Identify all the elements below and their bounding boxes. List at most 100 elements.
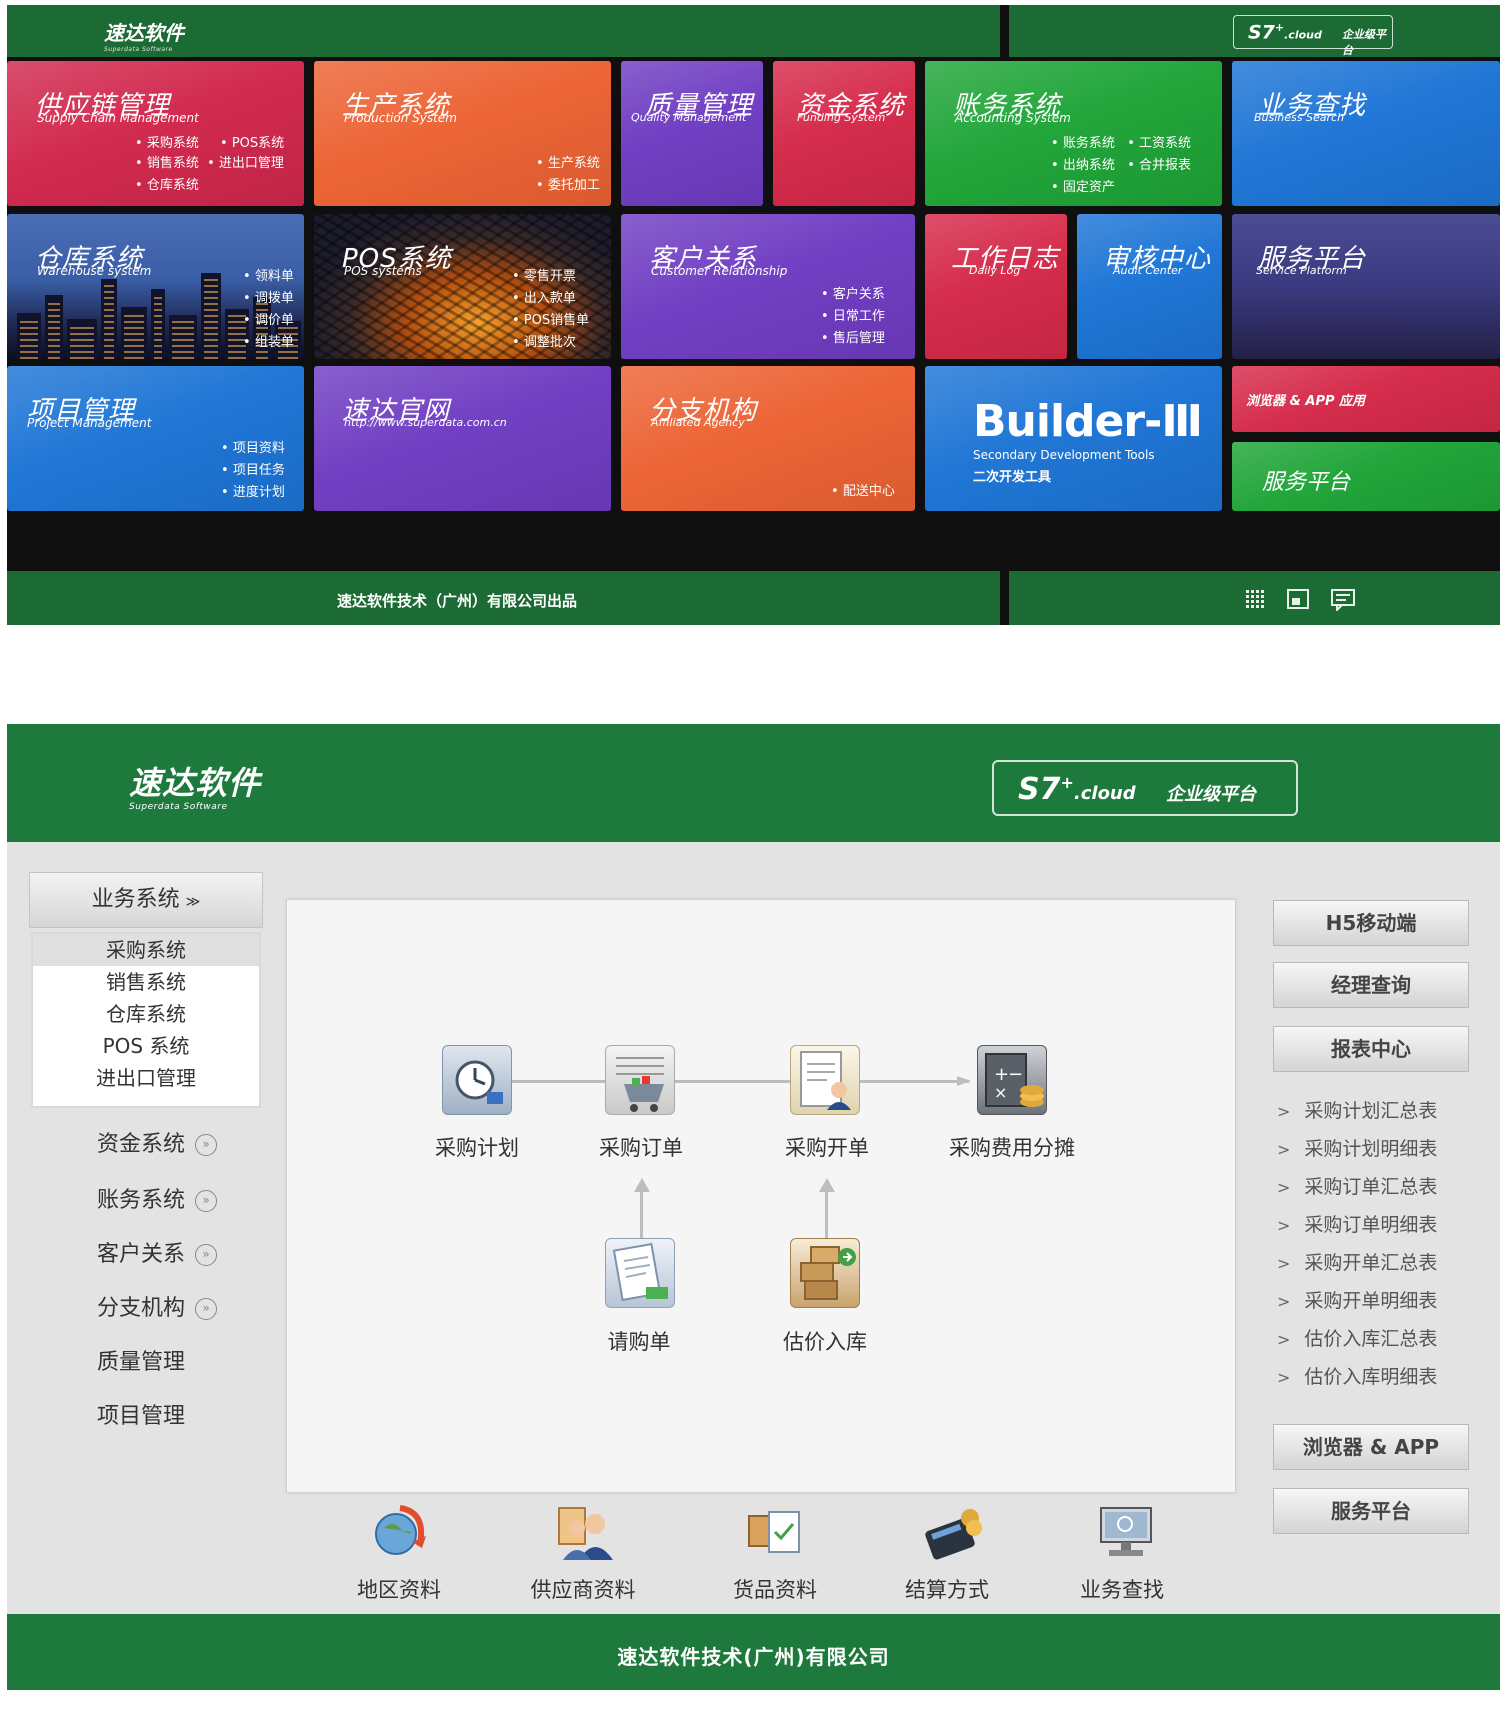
report-link[interactable]: > 采购开单明细表 <box>1277 1286 1437 1313</box>
tile-audit-center[interactable]: 审核中心 Audit Center <box>1077 214 1222 359</box>
tile-work-log[interactable]: 工作日志 Daily Log <box>925 214 1067 359</box>
expand-icon: » <box>195 1190 218 1212</box>
tile-builder[interactable]: Builder-Ⅲ Secondary Development Tools 二次… <box>925 366 1222 511</box>
app-footer-text: 速达软件技术(广州)有限公司 <box>617 1645 890 1669</box>
metro-top-bar: 速达软件 Superdata Software <box>7 5 1000 57</box>
estimate-stockin-icon[interactable] <box>790 1238 860 1308</box>
expand-icon: » <box>195 1298 218 1320</box>
svg-text:−: − <box>1008 1064 1023 1085</box>
purchase-plan-label[interactable]: 采购计划 <box>435 1132 519 1162</box>
sidebar-item-accounting[interactable]: 账务系统» <box>97 1182 218 1214</box>
tile-crm[interactable]: 客户关系 Customer Relationship 客户关系 日常工作 售后管… <box>621 214 915 359</box>
chevron-down-icon: ≫ <box>185 894 201 910</box>
chat-icon[interactable] <box>1331 589 1355 613</box>
manager-query-button[interactable]: 经理查询 <box>1273 962 1469 1008</box>
svg-text:×: × <box>994 1083 1007 1102</box>
report-link[interactable]: > 采购计划明细表 <box>1277 1134 1437 1161</box>
tile-service-platform-2[interactable]: 服务平台 <box>1232 442 1500 511</box>
sidebar-item-branch[interactable]: 分支机构» <box>97 1290 218 1322</box>
app-window: 速达软件 Superdata Software S7+.cloud 企业级平台 业… <box>7 724 1500 1690</box>
page-root: 速达软件 Superdata Software S7+.cloud 企业级平台 供… <box>0 0 1500 1717</box>
tile-business-search[interactable]: 业务查找 Business Search <box>1232 61 1500 206</box>
tile-browser-app[interactable]: 浏览器 & APP 应用 <box>1232 366 1500 432</box>
metro-footer-text: 速达软件技术（广州）有限公司出品 <box>337 592 578 610</box>
tile-website[interactable]: 速达官网 http://www.superdata.com.cn <box>314 366 611 511</box>
report-link[interactable]: > 采购计划汇总表 <box>1277 1096 1437 1123</box>
report-link[interactable]: > 估价入库汇总表 <box>1277 1324 1437 1351</box>
purchase-order-icon[interactable] <box>605 1045 675 1115</box>
sidebar-subitem-pos[interactable]: POS 系统 <box>33 1030 259 1062</box>
tile-accounting[interactable]: 账务系统 Accounting System 账务系统 • 工资系统 出纳系统 … <box>925 61 1222 206</box>
sidebar-item-funding[interactable]: 资金系统» <box>97 1126 218 1158</box>
settlement-method-label[interactable]: 结算方式 <box>905 1574 989 1604</box>
tile-pos[interactable]: POS系统 POS systems 零售开票 出入款单 POS销售单 调整批次 <box>314 214 611 359</box>
chevron-right-icon: > <box>1277 1292 1291 1311</box>
app-s7-badge: S7+.cloud 企业级平台 <box>992 760 1298 816</box>
tile-branch[interactable]: 分支机构 Affiliated Agency 配送中心 <box>621 366 915 511</box>
purchase-order-label[interactable]: 采购订单 <box>599 1132 683 1162</box>
flow-connector <box>499 1080 969 1083</box>
cost-allocation-icon[interactable]: + − × <box>977 1045 1047 1115</box>
sidebar-item-project[interactable]: 项目管理 <box>97 1398 185 1430</box>
purchase-plan-icon[interactable] <box>442 1045 512 1115</box>
tile-project[interactable]: 项目管理 Project Management 项目资料 项目任务 进度计划 <box>7 366 304 511</box>
region-data-icon[interactable] <box>370 1502 434 1562</box>
sidebar-item-crm[interactable]: 客户关系» <box>97 1236 218 1268</box>
supplier-data-icon[interactable] <box>555 1502 619 1562</box>
settlement-method-icon[interactable] <box>922 1502 986 1562</box>
app-logo: 速达软件 Superdata Software <box>129 764 262 812</box>
workflow-canvas: 采购计划 采购订单 采购开单 + − × 采购费用分摊 请购单 估价入库 <box>286 899 1236 1493</box>
supplier-data-label[interactable]: 供应商资料 <box>531 1574 636 1604</box>
report-link[interactable]: > 估价入库明细表 <box>1277 1362 1437 1389</box>
business-search-icon[interactable] <box>1095 1502 1159 1562</box>
chevron-right-icon: > <box>1277 1330 1291 1349</box>
goods-data-icon[interactable] <box>745 1502 809 1562</box>
metro-bottom-bar-right <box>1009 571 1500 625</box>
sidebar-subitem-warehouse[interactable]: 仓库系统 <box>33 998 259 1030</box>
report-center-button[interactable]: 报表中心 <box>1273 1026 1469 1072</box>
metro-screen: 速达软件 Superdata Software S7+.cloud 企业级平台 供… <box>7 5 1500 625</box>
browser-app-button[interactable]: 浏览器 & APP <box>1273 1424 1469 1470</box>
report-link[interactable]: > 采购开单汇总表 <box>1277 1248 1437 1275</box>
metro-logo: 速达软件 Superdata Software <box>104 21 184 53</box>
grid-icon[interactable] <box>1245 589 1267 609</box>
chevron-right-icon: > <box>1277 1254 1291 1273</box>
cost-allocation-label[interactable]: 采购费用分摊 <box>949 1132 1075 1162</box>
tile-funding[interactable]: 资金系统 Funding System <box>773 61 915 206</box>
report-link[interactable]: > 采购订单明细表 <box>1277 1210 1437 1237</box>
arrow-right-icon <box>957 1076 971 1086</box>
sidebar-subitem-sales[interactable]: 销售系统 <box>33 966 259 998</box>
sidebar-subitem-import-export[interactable]: 进出口管理 <box>33 1062 259 1094</box>
tile-warehouse[interactable]: 仓库系统 Warehouse system 领料单 调拨单 调价单 组装单 <box>7 214 304 359</box>
chevron-right-icon: > <box>1277 1102 1291 1121</box>
purchase-request-label[interactable]: 请购单 <box>608 1326 671 1356</box>
metro-s7-badge: S7+.cloud 企业级平台 <box>1233 15 1393 57</box>
expand-icon: » <box>195 1134 218 1156</box>
purchase-request-icon[interactable] <box>605 1238 675 1308</box>
chevron-right-icon: > <box>1277 1368 1291 1387</box>
expand-icon: » <box>195 1244 218 1266</box>
region-data-label[interactable]: 地区资料 <box>357 1574 441 1604</box>
h5-mobile-button[interactable]: H5移动端 <box>1273 900 1469 946</box>
purchase-invoice-icon[interactable] <box>790 1045 860 1115</box>
arrow-up-icon <box>819 1178 835 1192</box>
service-platform-button[interactable]: 服务平台 <box>1273 1488 1469 1534</box>
chevron-right-icon: > <box>1277 1140 1291 1159</box>
purchase-invoice-label[interactable]: 采购开单 <box>785 1132 869 1162</box>
chevron-right-icon: > <box>1277 1216 1291 1235</box>
metro-bottom-bar: 速达软件技术（广州）有限公司出品 <box>7 571 1000 625</box>
sidebar-subitem-purchase[interactable]: 采购系统 <box>33 934 259 966</box>
tile-supply-chain[interactable]: 供应链管理 Supply Chain Management 采购系统POS系统 … <box>7 61 304 206</box>
sidebar-submenu: 采购系统 销售系统 仓库系统 POS 系统 进出口管理 <box>31 932 261 1108</box>
sidebar-item-quality[interactable]: 质量管理 <box>97 1344 185 1376</box>
tile-quality[interactable]: 质量管理 Quality Management <box>621 61 763 206</box>
app-footer: 速达软件技术(广州)有限公司 <box>7 1614 1500 1690</box>
business-search-label[interactable]: 业务查找 <box>1080 1574 1164 1604</box>
report-link[interactable]: > 采购订单汇总表 <box>1277 1172 1437 1199</box>
tile-production[interactable]: 生产系统 Production System 生产系统 委托加工 <box>314 61 611 206</box>
window-icon[interactable] <box>1287 589 1309 609</box>
goods-data-label[interactable]: 货品资料 <box>733 1574 817 1604</box>
estimate-stockin-label[interactable]: 估价入库 <box>783 1326 867 1356</box>
tile-service-platform[interactable]: 服务平台 Service Platform <box>1232 214 1500 359</box>
sidebar-header-business[interactable]: 业务系统 ≫ <box>29 872 263 928</box>
